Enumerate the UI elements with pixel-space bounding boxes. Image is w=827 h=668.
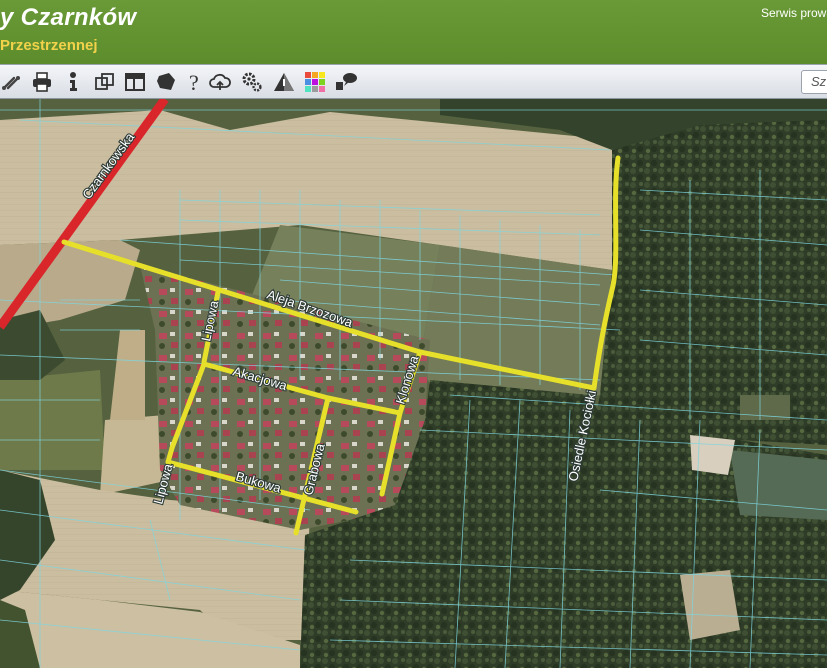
warning-icon[interactable] xyxy=(272,70,296,94)
settings-gears-icon[interactable] xyxy=(240,70,264,94)
orthophoto-map[interactable]: Czarnkowska Aleja Brzozowa Lipowa Akacjo… xyxy=(0,99,827,668)
layout-icon[interactable] xyxy=(123,70,147,94)
app-title: y Czarnków xyxy=(0,4,137,31)
search-input[interactable]: Sz xyxy=(801,70,827,94)
map-toolbar: ? Sz xyxy=(0,64,827,99)
service-info-link[interactable]: Serwis prowa xyxy=(761,6,827,20)
map-viewport[interactable]: Czarnkowska Aleja Brzozowa Lipowa Akacjo… xyxy=(0,99,827,668)
svg-text:?: ? xyxy=(189,70,199,94)
app-subtitle: Przestrzennej xyxy=(0,37,98,54)
app-header: y Czarnków Przestrzennej Serwis prowa xyxy=(0,0,827,64)
help-icon[interactable]: ? xyxy=(183,70,207,94)
comment-icon[interactable] xyxy=(334,70,358,94)
print-icon[interactable] xyxy=(30,70,54,94)
measure-tool-icon[interactable] xyxy=(0,70,24,94)
info-identify-icon[interactable] xyxy=(61,70,85,94)
select-area-icon[interactable] xyxy=(154,70,178,94)
layers-compare-icon[interactable] xyxy=(93,70,117,94)
color-palette-icon[interactable] xyxy=(303,70,327,94)
cloud-upload-icon[interactable] xyxy=(208,70,232,94)
